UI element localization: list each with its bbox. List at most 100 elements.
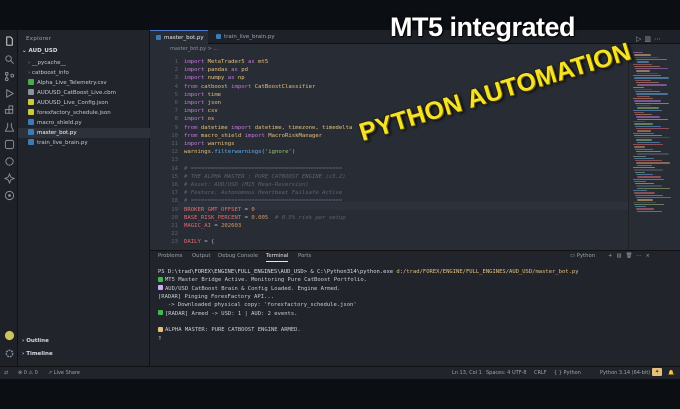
files-icon[interactable] — [3, 36, 15, 48]
minimap-line — [635, 125, 661, 127]
tree-item-ff-schedule[interactable]: forexfactory_schedule.json — [18, 108, 150, 118]
tab-problems[interactable]: Problems — [158, 253, 182, 259]
minimap-line — [637, 153, 669, 155]
more-icon[interactable]: ⋯ — [636, 253, 645, 259]
line-ending[interactable]: CRLF — [534, 370, 547, 376]
tree-item-telemetry-csv[interactable]: Alpha_Live_Telemetry.csv — [18, 78, 150, 88]
tab-debug-console[interactable]: Debug Console — [218, 253, 258, 259]
tree-item-catboost-info[interactable]: › catboost_info — [18, 68, 150, 78]
workspace-root[interactable]: ⌄ AUD_USD — [22, 48, 57, 54]
python-interpreter[interactable]: Python 3.14 (64-bit) — [600, 370, 650, 376]
tab-master-bot[interactable]: master_bot.py × — [150, 30, 208, 55]
language-mode[interactable]: { } Python — [554, 370, 581, 376]
code-line: # ======================================… — [184, 198, 343, 205]
code-line: DAILY = { — [184, 239, 215, 246]
minimap-line — [635, 160, 662, 162]
extensions-icon[interactable] — [3, 105, 15, 117]
python-icon[interactable] — [3, 139, 15, 151]
tree-item-master-bot[interactable]: master_bot.py — [18, 128, 150, 138]
run-debug-icon[interactable] — [3, 88, 15, 100]
tree-item-cbm-model[interactable]: AUDUSD_CatBoost_Live.cbm — [18, 88, 150, 98]
minimap-line — [633, 190, 647, 192]
account-icon[interactable] — [3, 330, 15, 342]
line-number: 10 — [171, 132, 178, 139]
line-number: 22 — [171, 231, 178, 238]
panel-tabs: Problems Output Debug Console Terminal P… — [150, 251, 680, 264]
top-letterbox — [0, 0, 680, 30]
terminal-icon: ▭ — [570, 253, 577, 259]
tree-item-train-live-brain[interactable]: train_live_brain.py — [18, 138, 150, 148]
outline-section[interactable]: › Outline — [22, 338, 49, 344]
minimap-line — [635, 79, 651, 81]
minimap-line — [637, 141, 660, 144]
more-icon[interactable]: ⋯ — [654, 35, 664, 43]
minimap-line — [633, 121, 645, 123]
minimap-line — [635, 114, 652, 116]
remote-indicator-icon[interactable]: ⇄ — [4, 370, 8, 376]
terminal-line: ALPHA MASTER: PURE CATBOOST ENGINE ARMED… — [158, 326, 301, 334]
terminal-shell-selector[interactable]: ▭ Python — [570, 253, 595, 259]
minimap-line — [636, 185, 662, 187]
line-number: 3 — [174, 75, 178, 82]
tab-output[interactable]: Output — [192, 253, 210, 259]
notifications-icon[interactable]: 🔔 — [668, 370, 674, 376]
tab-train-live-brain[interactable]: train_live_brain.py — [210, 30, 276, 44]
minimap-line — [636, 104, 651, 107]
encoding[interactable]: UTF-8 — [512, 370, 527, 376]
minimap-line — [636, 70, 650, 72]
terminal-line: PS D:\trad\FOREX\ENGINE\FULL_ENGINES\AUD… — [158, 269, 579, 275]
problems-count[interactable]: ⊗ 0 ⚠ 0 — [18, 370, 38, 376]
minimap-line — [633, 167, 655, 169]
cursor-position[interactable]: Ln 13, Col 1 — [452, 370, 482, 376]
indentation[interactable]: Spaces: 4 — [486, 370, 510, 376]
close-icon[interactable]: × — [646, 253, 654, 259]
source-control-icon[interactable] — [3, 71, 15, 83]
minimap-line — [636, 208, 654, 210]
minimap-line — [635, 183, 654, 185]
line-number: 1 — [174, 59, 178, 65]
tree-item-pycache[interactable]: › __pycache__ — [18, 58, 150, 68]
live-share-button[interactable]: ↗ Live Share — [48, 370, 80, 376]
minimap-line — [637, 187, 670, 190]
headline-overlay: MT5 integrated — [390, 12, 576, 42]
copilot-icon[interactable] — [3, 172, 15, 185]
github-icon[interactable] — [3, 190, 15, 202]
python-file-icon — [28, 139, 34, 145]
minimap-line — [633, 144, 663, 146]
timeline-section[interactable]: › Timeline — [22, 351, 53, 357]
json-file-icon — [28, 99, 34, 105]
breadcrumb[interactable]: master_bot.py > ... — [170, 46, 218, 52]
testing-icon[interactable] — [3, 122, 15, 134]
split-editor-icon[interactable]: ▥ — [644, 35, 654, 43]
minimap-line — [634, 169, 663, 171]
minimap-line — [634, 54, 651, 56]
minimap-line — [636, 173, 653, 176]
tree-item-live-config[interactable]: AUDUSD_Live_Config.json — [18, 98, 150, 108]
copilot-status-icon[interactable]: ✦ — [652, 368, 663, 376]
search-icon[interactable] — [3, 54, 15, 66]
line-number: 16 — [171, 182, 178, 188]
minimap-line — [633, 52, 643, 54]
code-line: warnings.filterwarnings('ignore') — [184, 149, 296, 156]
remote-icon[interactable] — [3, 156, 15, 168]
minimap-line — [634, 88, 652, 91]
minimap-line — [636, 162, 670, 164]
minimap-line — [635, 171, 645, 173]
python-file-icon — [216, 34, 221, 39]
line-number: 17 — [171, 190, 178, 197]
minimap[interactable] — [628, 44, 680, 250]
trash-icon[interactable]: 🗑 — [625, 253, 636, 259]
minimap-line — [636, 58, 667, 61]
tab-terminal[interactable]: Terminal — [266, 253, 289, 262]
code-line: import time — [184, 91, 222, 98]
code-line: import numpy as np — [184, 75, 245, 82]
minimap-line — [636, 81, 659, 84]
tab-ports[interactable]: Ports — [298, 253, 311, 259]
settings-icon[interactable] — [3, 348, 15, 360]
json-file-icon — [28, 109, 34, 115]
tree-item-macro-shield[interactable]: macro_shield.py — [18, 118, 150, 128]
line-number: 5 — [174, 91, 178, 98]
minimap-line — [637, 95, 650, 98]
minimap-line — [637, 164, 652, 167]
code-line: MAGIC_AI = 202603 — [184, 223, 242, 229]
